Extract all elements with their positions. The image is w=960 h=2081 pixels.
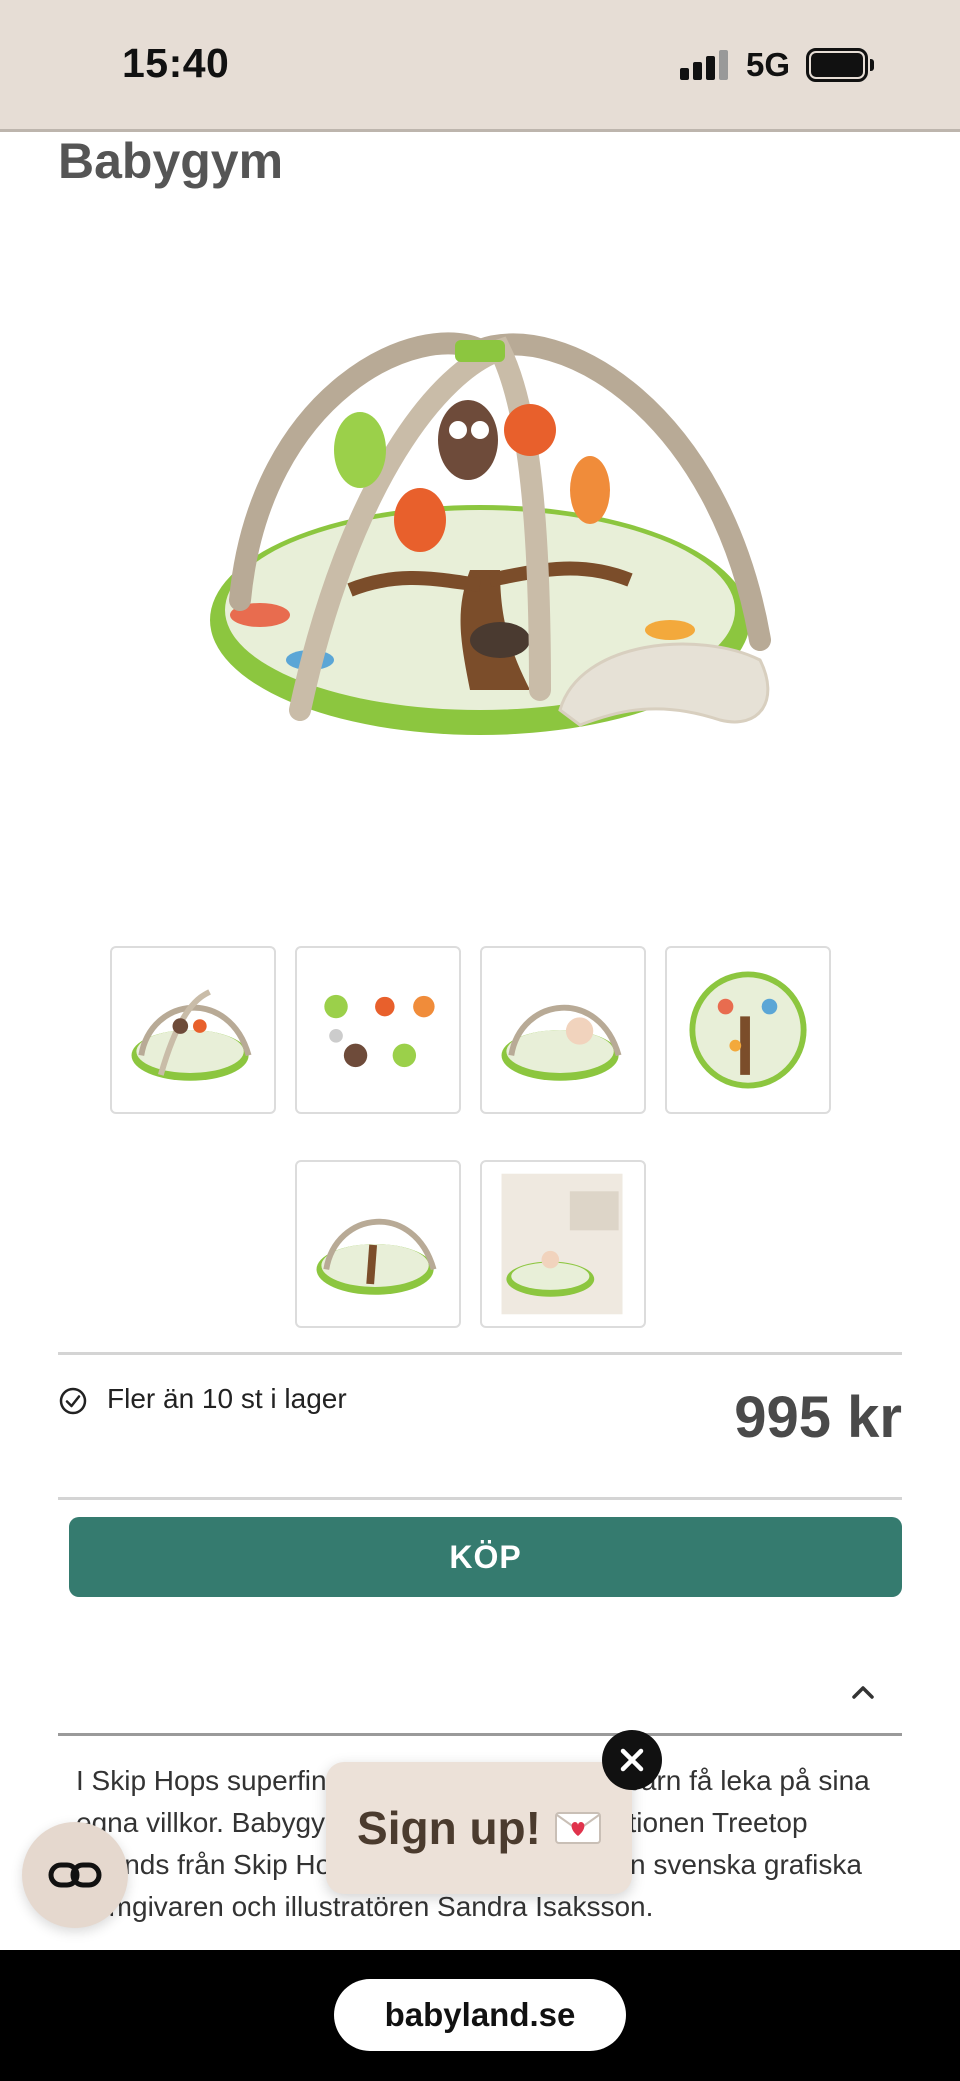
thumbnail-4[interactable]: [665, 946, 831, 1114]
stock-status: Fler än 10 st i lager: [107, 1383, 347, 1414]
address-bar[interactable]: babyland.se: [334, 1979, 626, 2051]
thumbnail-1[interactable]: [110, 946, 276, 1114]
divider: [58, 1352, 902, 1355]
buy-button[interactable]: KÖP: [69, 1517, 902, 1597]
chat-button[interactable]: [22, 1822, 128, 1928]
divider: [58, 1733, 902, 1736]
signup-label: Sign up!: [357, 1802, 541, 1854]
chevron-up-icon[interactable]: [850, 1682, 876, 1702]
check-circle-icon: [59, 1387, 87, 1415]
page-title: Babygym: [58, 133, 284, 189]
close-popup-button[interactable]: [602, 1730, 662, 1790]
thumbnail-2[interactable]: [295, 946, 461, 1114]
signal-icon: [680, 50, 730, 80]
divider: [58, 1497, 902, 1500]
thumbnail-5[interactable]: [295, 1160, 461, 1328]
product-price: 995 kr: [734, 1385, 902, 1450]
thumbnail-6[interactable]: [480, 1160, 646, 1328]
signup-popup[interactable]: Sign up!: [326, 1762, 632, 1894]
status-bar: 15:40 5G: [0, 0, 960, 132]
close-icon: [620, 1748, 644, 1772]
love-letter-icon: [554, 1812, 601, 1844]
thumbnail-3[interactable]: [480, 946, 646, 1114]
network-label: 5G: [746, 46, 791, 83]
clock: 15:40: [122, 40, 230, 86]
link-icon: [48, 1862, 102, 1888]
battery-icon: [806, 48, 874, 82]
main-product-image[interactable]: [200, 330, 780, 750]
